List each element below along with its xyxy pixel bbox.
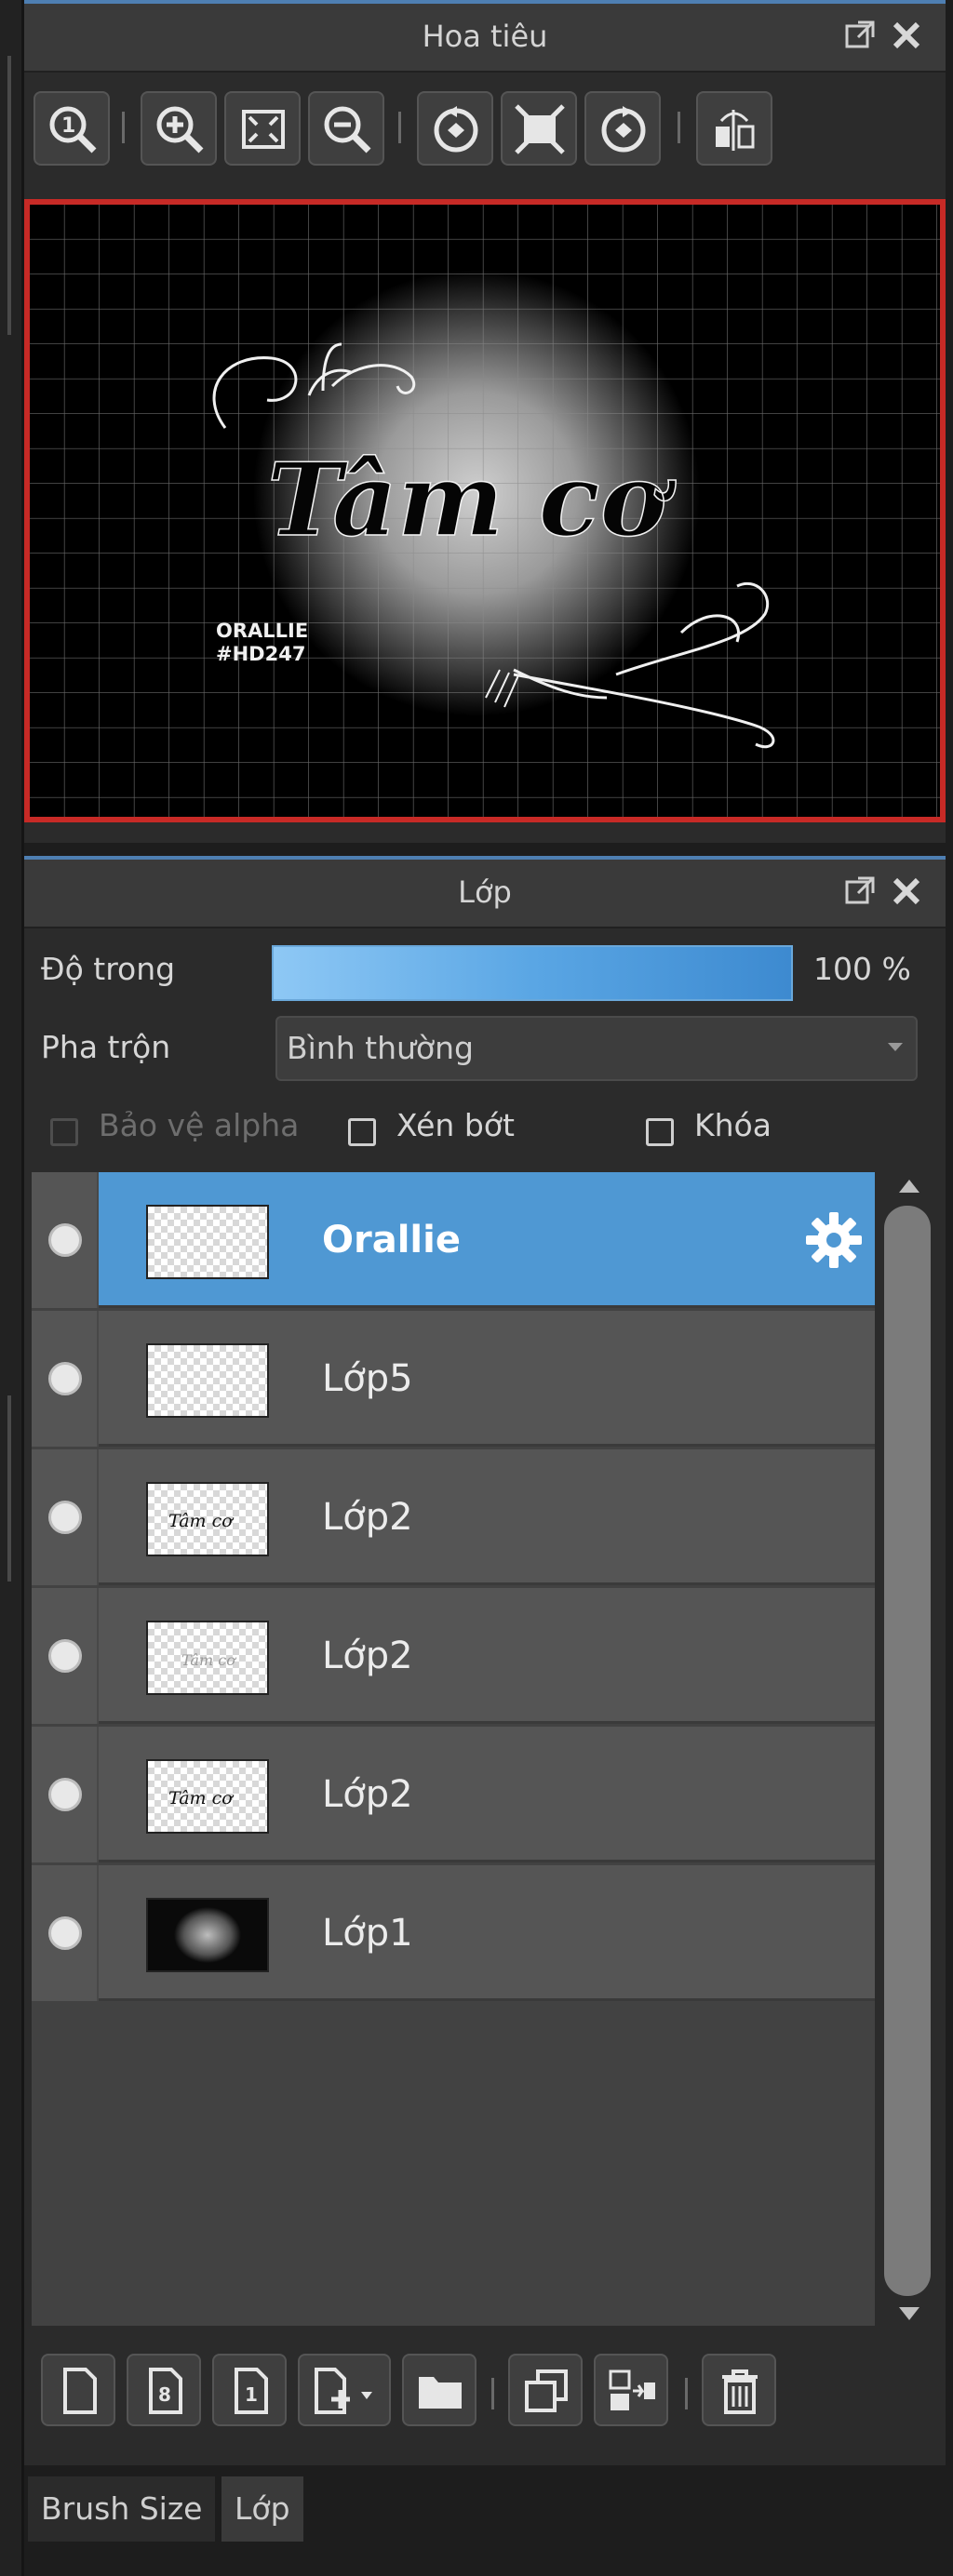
- layer-panel: Lớp Độ trong 100 % Pha trộn Bình thường …: [24, 856, 946, 2465]
- layer-title-bar: Lớp: [24, 856, 946, 928]
- layer-thumbnail: Tâm cơ: [146, 1621, 269, 1695]
- delete-layer-icon[interactable]: [702, 2354, 776, 2426]
- dock-divider: [7, 1395, 11, 1582]
- new-folder-icon[interactable]: [402, 2354, 476, 2426]
- layer-thumbnail: [146, 1343, 269, 1418]
- tab-brush-size[interactable]: Brush Size: [28, 2476, 216, 2542]
- merge-down-icon[interactable]: [594, 2354, 668, 2426]
- add-layer-menu-icon[interactable]: [298, 2354, 391, 2426]
- duplicate-layer-icon[interactable]: [508, 2354, 583, 2426]
- layer-name: Lớp5: [322, 1357, 413, 1400]
- svg-text:1: 1: [61, 114, 75, 138]
- opacity-label: Độ trong: [41, 951, 176, 987]
- zoom-actual-icon[interactable]: 1: [34, 91, 110, 166]
- toolbar-separator: [398, 112, 401, 143]
- layer-name: Orallie: [322, 1219, 461, 1261]
- new-8bit-layer-icon[interactable]: 8: [127, 2354, 201, 2426]
- scrollbar-thumb[interactable]: [884, 1206, 931, 2296]
- rotate-right-icon[interactable]: [584, 91, 661, 166]
- left-dock-strip: [0, 0, 24, 2576]
- svg-text:1: 1: [245, 2383, 258, 2406]
- navigator-panel: Hoa tiêu 1 Tâm cơ ORALLIE #HD247: [24, 0, 946, 843]
- lock-label: Khóa: [694, 1107, 772, 1143]
- toolbar-separator: [685, 2378, 688, 2409]
- layer-toolbar: 8 1: [24, 2344, 946, 2437]
- layer-row[interactable]: Lớp5: [32, 1311, 875, 1447]
- lock-checkbox[interactable]: [646, 1118, 674, 1146]
- layer-row[interactable]: Tâm cơ Lớp2: [32, 1449, 875, 1585]
- thumb-text: Tâm cơ: [181, 1651, 236, 1669]
- preview-small-text-2: #HD247: [216, 643, 305, 665]
- layer-name: Lớp2: [322, 1496, 413, 1539]
- blend-mode-select[interactable]: Bình thường: [275, 1016, 918, 1081]
- layer-thumbnail: Tâm cơ: [146, 1759, 269, 1834]
- fit-window-icon[interactable]: [501, 91, 577, 166]
- protect-alpha-checkbox[interactable]: [50, 1118, 78, 1146]
- flip-horizontal-icon[interactable]: [696, 91, 772, 166]
- visibility-toggle[interactable]: [32, 1865, 99, 2001]
- layer-row[interactable]: Tâm cơ Lớp2: [32, 1727, 875, 1862]
- blend-label: Pha trộn: [41, 1029, 171, 1065]
- layer-row[interactable]: Lớp1: [32, 1865, 875, 2001]
- svg-text:8: 8: [158, 2383, 171, 2406]
- layer-list-scrollbar[interactable]: [877, 1172, 938, 2326]
- gear-icon[interactable]: [804, 1210, 864, 1274]
- layer-thumbnail: [146, 1205, 269, 1279]
- clipping-checkbox[interactable]: [348, 1118, 376, 1146]
- new-layer-icon[interactable]: [41, 2354, 115, 2426]
- toolbar-separator: [122, 112, 125, 143]
- visibility-dot-icon: [48, 1223, 82, 1257]
- layer-thumbnail: Tâm cơ: [146, 1482, 269, 1556]
- visibility-toggle[interactable]: [32, 1449, 99, 1585]
- layer-list: Orallie Lớp5 Tâm cơ Lớp2 Tâm cơ Lớp2 Tâm…: [32, 1172, 875, 2326]
- visibility-toggle[interactable]: [32, 1588, 99, 1724]
- visibility-dot-icon: [48, 1639, 82, 1673]
- dock-divider: [7, 56, 11, 335]
- scroll-up-icon[interactable]: [899, 1180, 919, 1193]
- clipping-label: Xén bớt: [396, 1107, 515, 1143]
- opacity-value: 100 %: [813, 951, 911, 987]
- toolbar-separator: [491, 2378, 494, 2409]
- layer-panel-title: Lớp: [458, 874, 512, 910]
- preview-main-text: Tâm cơ: [267, 442, 677, 559]
- zoom-in-icon[interactable]: [141, 91, 217, 166]
- visibility-toggle[interactable]: [32, 1311, 99, 1447]
- navigator-title-bar: Hoa tiêu: [24, 0, 946, 73]
- navigator-title: Hoa tiêu: [422, 19, 548, 54]
- protect-alpha-label: Bảo vệ alpha: [99, 1107, 300, 1143]
- toolbar-separator: [678, 112, 680, 143]
- blend-mode-value: Bình thường: [287, 1030, 474, 1066]
- layer-thumbnail: [146, 1898, 269, 1972]
- layer-row[interactable]: Orallie: [32, 1172, 875, 1308]
- visibility-dot-icon: [48, 1362, 82, 1395]
- close-icon[interactable]: [890, 874, 923, 908]
- visibility-dot-icon: [48, 1778, 82, 1811]
- chevron-down-icon: [888, 1043, 903, 1051]
- opacity-slider[interactable]: [272, 945, 793, 1001]
- bottom-tab-strip: Brush Size Lớp: [24, 2465, 946, 2576]
- layer-name: Lớp1: [322, 1912, 413, 1955]
- popout-icon[interactable]: [843, 874, 877, 908]
- scroll-down-icon[interactable]: [899, 2307, 919, 2320]
- popout-icon[interactable]: [843, 19, 877, 52]
- layer-name: Lớp2: [322, 1635, 413, 1677]
- navigator-toolbar: 1: [24, 74, 946, 171]
- preview-small-text-1: ORALLIE: [216, 620, 308, 642]
- thumb-text: Tâm cơ: [168, 1788, 235, 1809]
- navigator-canvas-preview[interactable]: Tâm cơ ORALLIE #HD247: [24, 199, 946, 822]
- fit-screen-icon[interactable]: [224, 91, 301, 166]
- zoom-out-icon[interactable]: [308, 91, 384, 166]
- thumb-text: Tâm cơ: [168, 1511, 235, 1531]
- visibility-toggle[interactable]: [32, 1727, 99, 1862]
- rotate-left-icon[interactable]: [417, 91, 493, 166]
- visibility-dot-icon: [48, 1501, 82, 1534]
- layer-name: Lớp2: [322, 1773, 413, 1816]
- visibility-dot-icon: [48, 1916, 82, 1950]
- visibility-toggle[interactable]: [32, 1172, 99, 1308]
- new-1bit-layer-icon[interactable]: 1: [212, 2354, 287, 2426]
- layer-row[interactable]: Tâm cơ Lớp2: [32, 1588, 875, 1724]
- tab-layer[interactable]: Lớp: [221, 2476, 303, 2542]
- close-icon[interactable]: [890, 19, 923, 52]
